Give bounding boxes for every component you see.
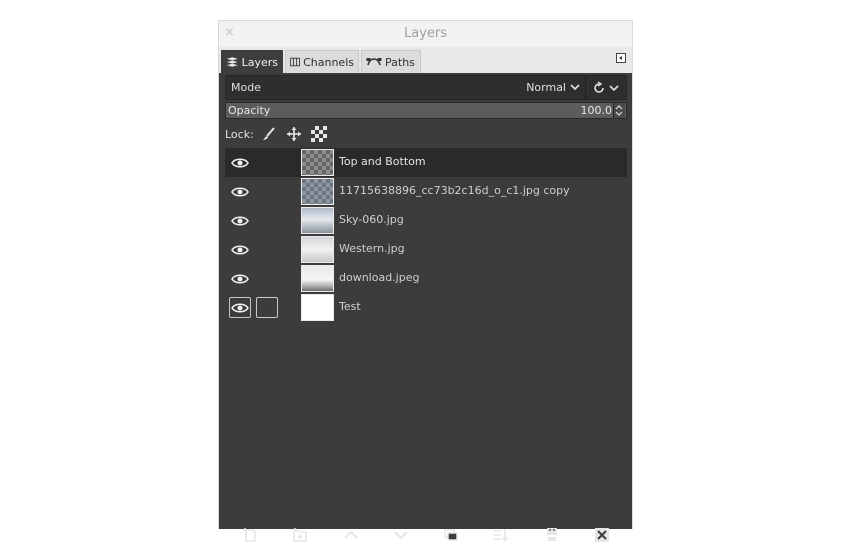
paintbrush-icon [262, 127, 275, 140]
link-toggle[interactable] [256, 152, 278, 173]
chevron-down-icon [394, 531, 408, 540]
lock-label: Lock: [225, 127, 254, 141]
visibility-toggle[interactable] [229, 152, 251, 173]
chevron-down-icon [609, 84, 619, 91]
new-layer-group-icon [293, 528, 308, 542]
layer-row[interactable]: download.jpeg [225, 264, 627, 293]
lock-position-button[interactable] [283, 124, 305, 144]
window-title: Layers [403, 26, 448, 41]
visibility-toggle[interactable] [229, 268, 251, 289]
lock-row: Lock: [225, 123, 333, 145]
raise-layer-button[interactable] [338, 522, 364, 548]
layers-dialog: × Layers Layers Channels Paths Mode Norm… [218, 20, 633, 542]
link-toggle[interactable] [256, 268, 278, 289]
layer-name[interactable]: Sky-060.jpg [339, 213, 404, 226]
tab-layers-label: Layers [241, 55, 278, 69]
layer-thumbnail [301, 294, 334, 321]
layer-name[interactable]: download.jpeg [339, 271, 419, 284]
link-toggle[interactable] [256, 297, 278, 318]
eye-icon [231, 302, 249, 313]
chevron-down-icon[interactable] [569, 81, 581, 93]
title-bar: × Layers [219, 21, 632, 47]
merge-down-button[interactable] [488, 522, 514, 548]
visibility-toggle[interactable] [229, 297, 251, 318]
opacity-spinner[interactable] [613, 103, 625, 118]
eye-icon [231, 273, 249, 284]
layer-thumbnail [301, 236, 334, 263]
visibility-toggle[interactable] [229, 210, 251, 231]
layer-thumbnail [301, 178, 334, 205]
tab-paths-label: Paths [385, 55, 415, 69]
layer-row[interactable]: Sky-060.jpg [225, 206, 627, 235]
chevron-up-icon [343, 530, 358, 539]
merge-down-icon [494, 529, 509, 542]
new-layer-button[interactable] [237, 522, 263, 548]
eye-icon [231, 215, 249, 226]
mode-combo[interactable]: Mode Normal [225, 75, 627, 100]
new-layer-group-button[interactable] [287, 522, 313, 548]
paths-icon [366, 58, 382, 66]
divider [585, 76, 586, 99]
link-toggle[interactable] [256, 239, 278, 260]
duplicate-layer-button[interactable] [438, 522, 464, 548]
tab-layers[interactable]: Layers [221, 50, 283, 73]
tab-menu-icon[interactable] [616, 53, 626, 63]
lock-alpha-button[interactable] [308, 124, 330, 144]
tab-channels[interactable]: Channels [285, 50, 359, 73]
link-toggle[interactable] [256, 210, 278, 231]
new-layer-icon [243, 528, 256, 542]
visibility-toggle[interactable] [229, 181, 251, 202]
layer-row[interactable]: 11715638896_cc73b2c16d_o_c1.jpg copy [225, 177, 627, 206]
layers-icon [226, 57, 238, 67]
lock-pixels-button[interactable] [258, 124, 280, 144]
opacity-label: Opacity [228, 104, 271, 117]
delete-layer-button[interactable] [589, 522, 615, 548]
composite-mode-button[interactable] [588, 78, 624, 97]
layer-name[interactable]: Top and Bottom [339, 155, 426, 168]
layer-thumbnail [301, 265, 334, 292]
layers-button-bar [225, 520, 627, 548]
spin-arrows-icon [615, 105, 623, 116]
visibility-toggle[interactable] [229, 239, 251, 260]
eye-icon [231, 186, 249, 197]
anchor-layer-icon [546, 528, 557, 541]
dock-tab-bar: Layers Channels Paths [219, 47, 632, 73]
opacity-slider[interactable]: Opacity 100.0 [225, 102, 627, 119]
eye-icon [231, 244, 249, 255]
delete-layer-icon [594, 528, 609, 542]
mode-label: Mode [231, 81, 261, 94]
layer-name[interactable]: Test [339, 300, 361, 313]
anchor-layer-button[interactable] [539, 522, 565, 548]
mode-value[interactable]: Normal [526, 81, 566, 94]
layer-name[interactable]: 11715638896_cc73b2c16d_o_c1.jpg copy [339, 184, 570, 197]
layer-thumbnail [301, 149, 334, 176]
opacity-value[interactable]: 100.0 [581, 104, 613, 117]
channels-icon [290, 57, 300, 67]
alpha-checker-icon [310, 126, 327, 142]
link-toggle[interactable] [256, 181, 278, 202]
duplicate-layer-icon [444, 529, 458, 541]
layer-row[interactable]: Western.jpg [225, 235, 627, 264]
lower-layer-button[interactable] [388, 522, 414, 548]
layer-row[interactable]: Test [225, 293, 627, 322]
reset-cycle-icon [594, 80, 604, 93]
tab-channels-label: Channels [303, 55, 354, 69]
layer-thumbnail [301, 207, 334, 234]
move-icon [286, 127, 301, 141]
layer-name[interactable]: Western.jpg [339, 242, 405, 255]
layers-panel: Mode Normal Opacity 100.0 Lock: Top and … [219, 73, 632, 542]
layers-list[interactable]: Top and Bottom 11715638896_cc73b2c16d_o_… [225, 148, 627, 520]
layer-row[interactable]: Top and Bottom [225, 148, 627, 177]
eye-icon [231, 157, 249, 168]
tab-paths[interactable]: Paths [361, 50, 421, 73]
